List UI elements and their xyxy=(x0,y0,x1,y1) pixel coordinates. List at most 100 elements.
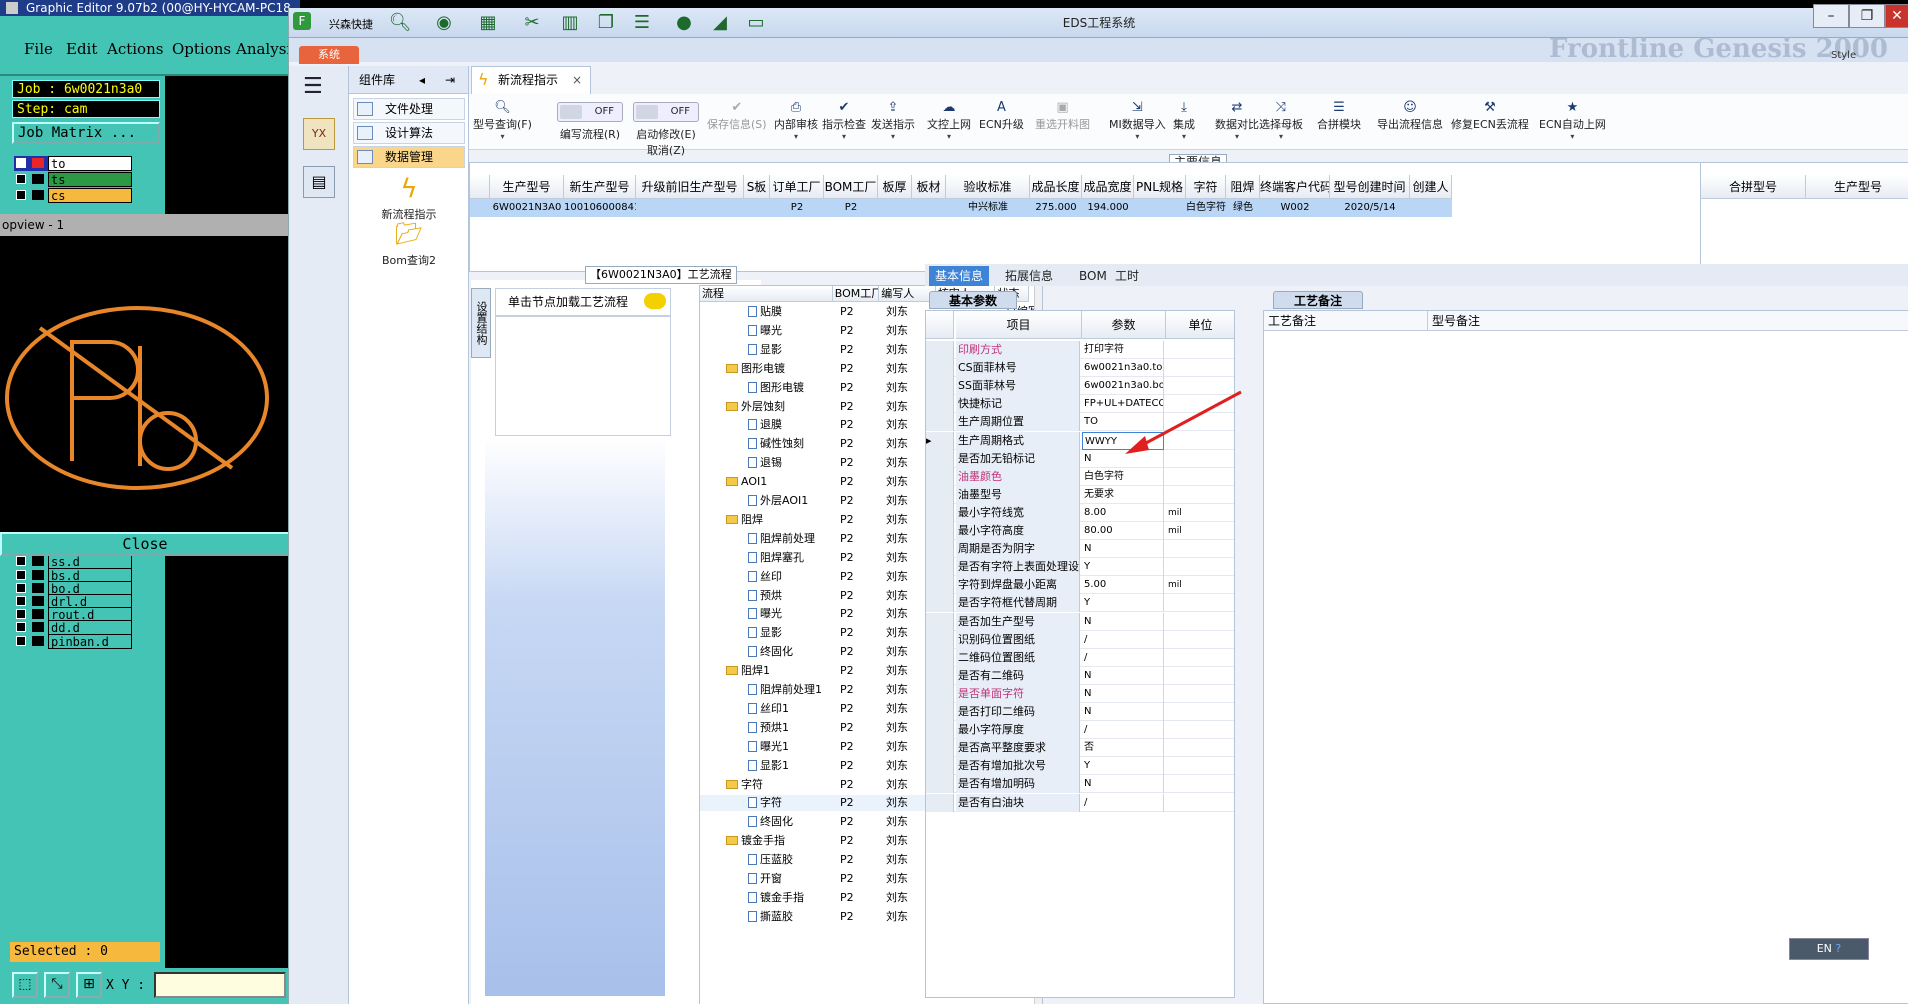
dropdown-arrow-icon[interactable]: ▾ xyxy=(1109,132,1166,142)
toolbar-button-10[interactable]: ⇲ MI数据导入 ▾ xyxy=(1109,100,1166,146)
param-row[interactable]: 是否高平整度要求否 xyxy=(926,739,1234,758)
tree-node[interactable]: 退锡 xyxy=(748,455,844,470)
param-value[interactable]: 5.00 xyxy=(1082,576,1164,595)
dropdown-arrow-icon[interactable]: ▾ xyxy=(1173,132,1195,142)
param-value[interactable]: / xyxy=(1082,793,1164,812)
param-value[interactable]: Y xyxy=(1082,558,1164,577)
merge-column-header[interactable]: 生产型号 xyxy=(1806,175,1908,199)
info-tab[interactable]: 基本信息 xyxy=(929,266,990,286)
tree-node[interactable]: 图形电镀 xyxy=(748,380,844,395)
lib-item-data-management[interactable]: 数据管理 xyxy=(353,146,465,168)
param-row[interactable]: 是否有白油块 / xyxy=(926,793,1234,812)
param-row[interactable]: 最小字符高度 80.00 mil xyxy=(926,522,1234,541)
param-row[interactable]: 印刷方式 打印字符 xyxy=(926,341,1234,360)
layer-checkbox[interactable] xyxy=(16,190,26,200)
param-row[interactable]: CS面菲林号 6w0021n3a0.to xyxy=(926,359,1234,378)
toolbar-button-9[interactable]: ▣ 重选开料图 xyxy=(1035,100,1090,146)
layer-checkbox[interactable] xyxy=(16,622,26,633)
factory-icon[interactable]: YX xyxy=(303,118,335,150)
toolbar-button-8[interactable]: A ECN升级 xyxy=(979,100,1024,146)
tree-node[interactable]: 碱性蚀刻 xyxy=(748,436,844,451)
dropdown-arrow-icon[interactable]: ▾ xyxy=(822,132,866,142)
column-header[interactable]: 板厚 xyxy=(878,175,912,199)
layer-checkbox[interactable] xyxy=(16,635,26,646)
param-value[interactable]: N xyxy=(1082,540,1164,559)
lib-item-design-algorithm[interactable]: 设计算法 xyxy=(353,122,465,144)
pin-icon[interactable]: ⇥ xyxy=(445,66,455,94)
tree-node[interactable]: 阻焊前处理1 xyxy=(748,682,844,697)
layer-row[interactable]: cs xyxy=(14,188,132,203)
tree-node[interactable]: 曝光 xyxy=(748,606,844,621)
toolbar-button-15[interactable]: ☺ 导出流程信息 xyxy=(1377,100,1443,146)
toolbar-button-17[interactable]: ★ ECN自动上网 ▾ xyxy=(1539,100,1606,146)
info-tab[interactable]: 拓展信息 xyxy=(999,266,1059,286)
column-header[interactable]: 创建人 xyxy=(1410,175,1452,199)
lib-item-file-processing[interactable]: 文件处理 xyxy=(353,98,465,120)
node-area[interactable] xyxy=(495,316,671,436)
column-header[interactable]: 新生产型号 xyxy=(564,175,636,199)
dropdown-arrow-icon[interactable]: ▾ xyxy=(1215,132,1259,142)
tree-node[interactable]: 显影 xyxy=(748,625,844,640)
toolbar-button-3[interactable]: ✔ 保存信息(S) xyxy=(707,100,767,146)
tree-node[interactable]: 阻焊前处理 xyxy=(748,531,844,546)
tree-node[interactable]: 显影 xyxy=(748,342,844,357)
param-row[interactable]: 是否有增加明码 N xyxy=(926,775,1234,794)
table-cell[interactable]: 194.000 xyxy=(1082,199,1134,217)
collapse-icon[interactable]: ◂ xyxy=(419,66,425,94)
param-value[interactable]: N xyxy=(1082,666,1164,685)
info-tab[interactable]: 工时 xyxy=(1109,266,1145,286)
minimize-button[interactable]: – xyxy=(1813,4,1849,28)
close-window-button[interactable]: ✕ xyxy=(1885,4,1908,28)
layer-checkbox[interactable] xyxy=(16,569,26,580)
column-header[interactable]: 升级前旧生产型号 xyxy=(636,175,744,199)
param-row[interactable]: 识别码位置图纸 / xyxy=(926,630,1234,649)
column-header[interactable]: 板材 xyxy=(912,175,946,199)
table-cell[interactable]: 2020/5/14 xyxy=(1330,199,1410,217)
param-row[interactable]: 最小字符线宽 8.00 mil xyxy=(926,503,1234,522)
toolbar-button-13[interactable]: ⤨ 选择母板 ▾ xyxy=(1259,100,1303,146)
tree-node[interactable]: 字符 xyxy=(748,795,844,810)
param-value[interactable]: / xyxy=(1082,648,1164,667)
dropdown-arrow-icon[interactable]: ▾ xyxy=(927,132,971,142)
param-value[interactable]: / xyxy=(1082,721,1164,740)
menu-actions[interactable]: Actions xyxy=(107,40,163,58)
toolbar-button-5[interactable]: ✔ 指示检查 ▾ xyxy=(822,100,866,146)
tree-node[interactable]: 外层AOI1 xyxy=(748,493,844,508)
column-header[interactable]: PNL规格 xyxy=(1134,175,1186,199)
layer-checkbox[interactable] xyxy=(16,609,26,620)
table-cell[interactable]: 275.000 xyxy=(1030,199,1082,217)
param-row[interactable]: 是否有字符上表面处理设计 Y xyxy=(926,558,1234,577)
param-value[interactable]: Y xyxy=(1082,594,1164,613)
column-header[interactable]: 型号创建时间 xyxy=(1330,175,1410,199)
param-value[interactable]: 8.00 xyxy=(1082,503,1164,522)
layer-row[interactable]: pinban.d xyxy=(14,633,132,649)
param-value[interactable]: Y xyxy=(1082,757,1164,776)
help-icon[interactable]: ? xyxy=(1835,942,1841,955)
table-cell[interactable] xyxy=(744,199,770,217)
measure-icon[interactable]: ⤡ xyxy=(44,972,70,998)
param-row[interactable]: 是否字符框代替周期 Y xyxy=(926,594,1234,613)
dropdown-arrow-icon[interactable]: ▾ xyxy=(774,132,818,142)
layer-row[interactable]: ts xyxy=(14,172,132,187)
menu-edit[interactable]: Edit xyxy=(66,40,97,58)
menu-file[interactable]: File xyxy=(24,40,53,58)
toggle-switch[interactable]: OFF xyxy=(557,102,623,122)
new-flow-shortcut[interactable]: ϟ 新流程指示 xyxy=(349,174,469,222)
param-column-header[interactable]: 项目 xyxy=(956,311,1082,339)
dropdown-arrow-icon[interactable]: ▾ xyxy=(871,132,915,142)
table-cell[interactable]: 绿色 xyxy=(1226,199,1260,217)
tree-node[interactable]: 退膜 xyxy=(748,417,844,432)
base-params-title[interactable]: 基本参数 xyxy=(929,291,1017,309)
param-row[interactable]: 油墨颜色 白色字符 xyxy=(926,467,1234,486)
column-header[interactable]: 验收标准 xyxy=(946,175,1030,199)
tree-node[interactable]: 阻焊1 xyxy=(726,663,822,678)
param-value[interactable]: 80.00 xyxy=(1082,522,1164,540)
param-row[interactable]: 是否有增加批次号 Y xyxy=(926,757,1234,776)
table-cell[interactable]: 白色字符 xyxy=(1186,199,1226,217)
tree-node[interactable]: 字符 xyxy=(726,777,822,792)
tree-node[interactable]: 曝光 xyxy=(748,323,844,338)
layer-checkbox[interactable] xyxy=(16,174,26,184)
tree-node[interactable]: 外层蚀刻 xyxy=(726,399,822,414)
layer-checkbox[interactable] xyxy=(16,556,26,567)
column-header[interactable]: 生产型号 xyxy=(490,175,564,199)
